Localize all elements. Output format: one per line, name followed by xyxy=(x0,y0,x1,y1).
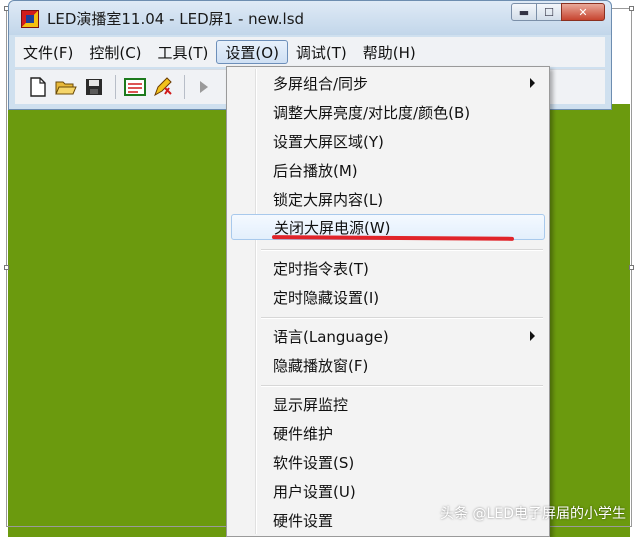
toolbar-separator xyxy=(184,75,185,99)
resize-handle[interactable] xyxy=(629,265,634,270)
minimize-button[interactable]: ▬ xyxy=(511,3,537,21)
menu-item-language[interactable]: 语言(Language) xyxy=(231,323,545,349)
submenu-arrow-icon xyxy=(530,78,535,88)
app-logo-icon xyxy=(21,10,39,28)
window-controls: ▬ ☐ ✕ xyxy=(511,3,605,23)
minimize-icon: ▬ xyxy=(518,5,530,19)
title-bar: LED演播室11.04 - LED屏1 - new.lsd ▬ ☐ ✕ xyxy=(9,1,611,35)
menu-item-label: 调整大屏亮度/对比度/颜色(B) xyxy=(273,103,471,122)
maximize-icon: ☐ xyxy=(544,5,554,19)
watermark: 头条 @LED电子屏届的小学生 xyxy=(440,506,626,522)
menu-bar: 文件(F) 控制(C) 工具(T) 设置(O) 调试(T) 帮助(H) xyxy=(15,37,605,67)
window-title: LED演播室11.04 - LED屏1 - new.lsd xyxy=(47,10,305,28)
open-folder-icon[interactable] xyxy=(55,76,77,98)
menu-control[interactable]: 控制(C) xyxy=(81,40,149,64)
menu-item-timed-commands[interactable]: 定时指令表(T) xyxy=(231,255,545,281)
submenu-arrow-icon xyxy=(530,331,535,341)
toolbar-separator xyxy=(115,75,116,99)
menu-item-user-settings[interactable]: 用户设置(U) xyxy=(231,478,545,504)
menu-separator xyxy=(261,249,543,251)
menu-item-label: 硬件维护 xyxy=(273,424,334,443)
menu-item-label: 隐藏播放窗(F) xyxy=(273,356,369,375)
play-icon[interactable] xyxy=(193,76,215,98)
menu-item-hide-play-window[interactable]: 隐藏播放窗(F) xyxy=(231,352,545,378)
menu-item-label: 显示屏监控 xyxy=(273,395,349,414)
screen-edit-icon[interactable] xyxy=(124,76,146,98)
maximize-button[interactable]: ☐ xyxy=(536,3,562,21)
close-icon: ✕ xyxy=(578,5,588,19)
menu-item-screen-area[interactable]: 设置大屏区域(Y) xyxy=(231,128,545,154)
menu-item-background-play[interactable]: 后台播放(M) xyxy=(231,157,545,183)
menu-item-software-settings[interactable]: 软件设置(S) xyxy=(231,449,545,475)
menu-item-multi-screen-sync[interactable]: 多屏组合/同步 xyxy=(231,70,545,96)
menu-item-label: 设置大屏区域(Y) xyxy=(273,132,384,151)
menu-separator xyxy=(261,317,543,319)
menu-help[interactable]: 帮助(H) xyxy=(355,40,424,64)
menu-file[interactable]: 文件(F) xyxy=(15,40,81,64)
menu-item-label: 多屏组合/同步 xyxy=(273,74,369,93)
menu-item-timed-hide[interactable]: 定时隐藏设置(I) xyxy=(231,284,545,310)
save-icon[interactable] xyxy=(83,76,105,98)
menu-item-hardware-maintenance[interactable]: 硬件维护 xyxy=(231,420,545,446)
menu-item-label: 后台播放(M) xyxy=(273,161,358,180)
resize-handle[interactable] xyxy=(4,265,9,270)
menu-tools[interactable]: 工具(T) xyxy=(150,40,217,64)
menu-debug[interactable]: 调试(T) xyxy=(288,40,355,64)
menu-item-label: 定时指令表(T) xyxy=(273,259,369,278)
menu-item-lock-content[interactable]: 锁定大屏内容(L) xyxy=(231,186,545,212)
menu-item-label: 用户设置(U) xyxy=(273,482,356,501)
pen-edit-icon[interactable] xyxy=(152,76,174,98)
menu-item-label: 语言(Language) xyxy=(273,327,389,346)
menu-item-label: 硬件设置 xyxy=(273,511,334,530)
new-file-icon[interactable] xyxy=(27,76,49,98)
menu-item-label: 软件设置(S) xyxy=(273,453,355,472)
menu-settings[interactable]: 设置(O) xyxy=(216,40,288,64)
close-button[interactable]: ✕ xyxy=(561,3,605,21)
menu-item-brightness-contrast[interactable]: 调整大屏亮度/对比度/颜色(B) xyxy=(231,99,545,125)
menu-separator xyxy=(261,385,543,387)
resize-handle[interactable] xyxy=(629,6,634,11)
menu-item-screen-monitor[interactable]: 显示屏监控 xyxy=(231,391,545,417)
settings-dropdown: 多屏组合/同步 调整大屏亮度/对比度/颜色(B) 设置大屏区域(Y) 后台播放(… xyxy=(226,66,550,537)
menu-item-label: 定时隐藏设置(I) xyxy=(273,288,380,307)
menu-item-label: 锁定大屏内容(L) xyxy=(273,190,384,209)
